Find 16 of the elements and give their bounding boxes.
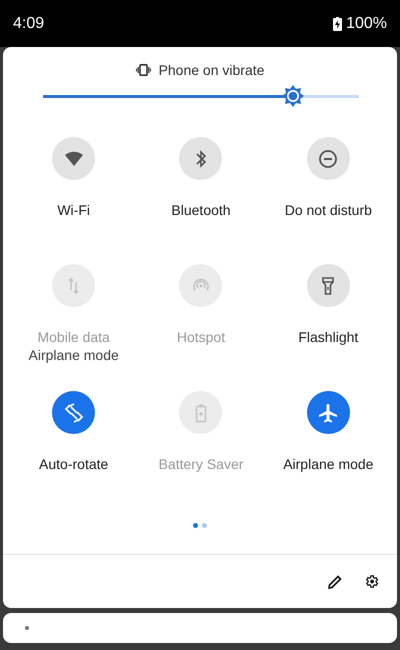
page-dot[interactable] [193,523,198,528]
overlay-label: Airplane mode [28,346,119,365]
quick-settings-tile[interactable]: Airplane mode [264,391,392,518]
airplane-icon [317,402,340,424]
settings-button[interactable] [364,574,379,589]
edit-button[interactable] [328,574,342,588]
brightness-thumb[interactable] [282,85,304,107]
page-dot[interactable] [202,523,207,528]
quick-settings-tile[interactable]: Auto-rotate [10,391,138,518]
rotate-icon [62,402,85,424]
battery-percent: 100% [346,14,387,34]
do-not-disturb-icon [317,148,340,170]
ringer-status: Phone on vibrate [158,60,264,80]
clock: 4:09 [13,14,44,34]
vibrate-icon [136,64,151,76]
battery-charging-icon [333,16,342,30]
